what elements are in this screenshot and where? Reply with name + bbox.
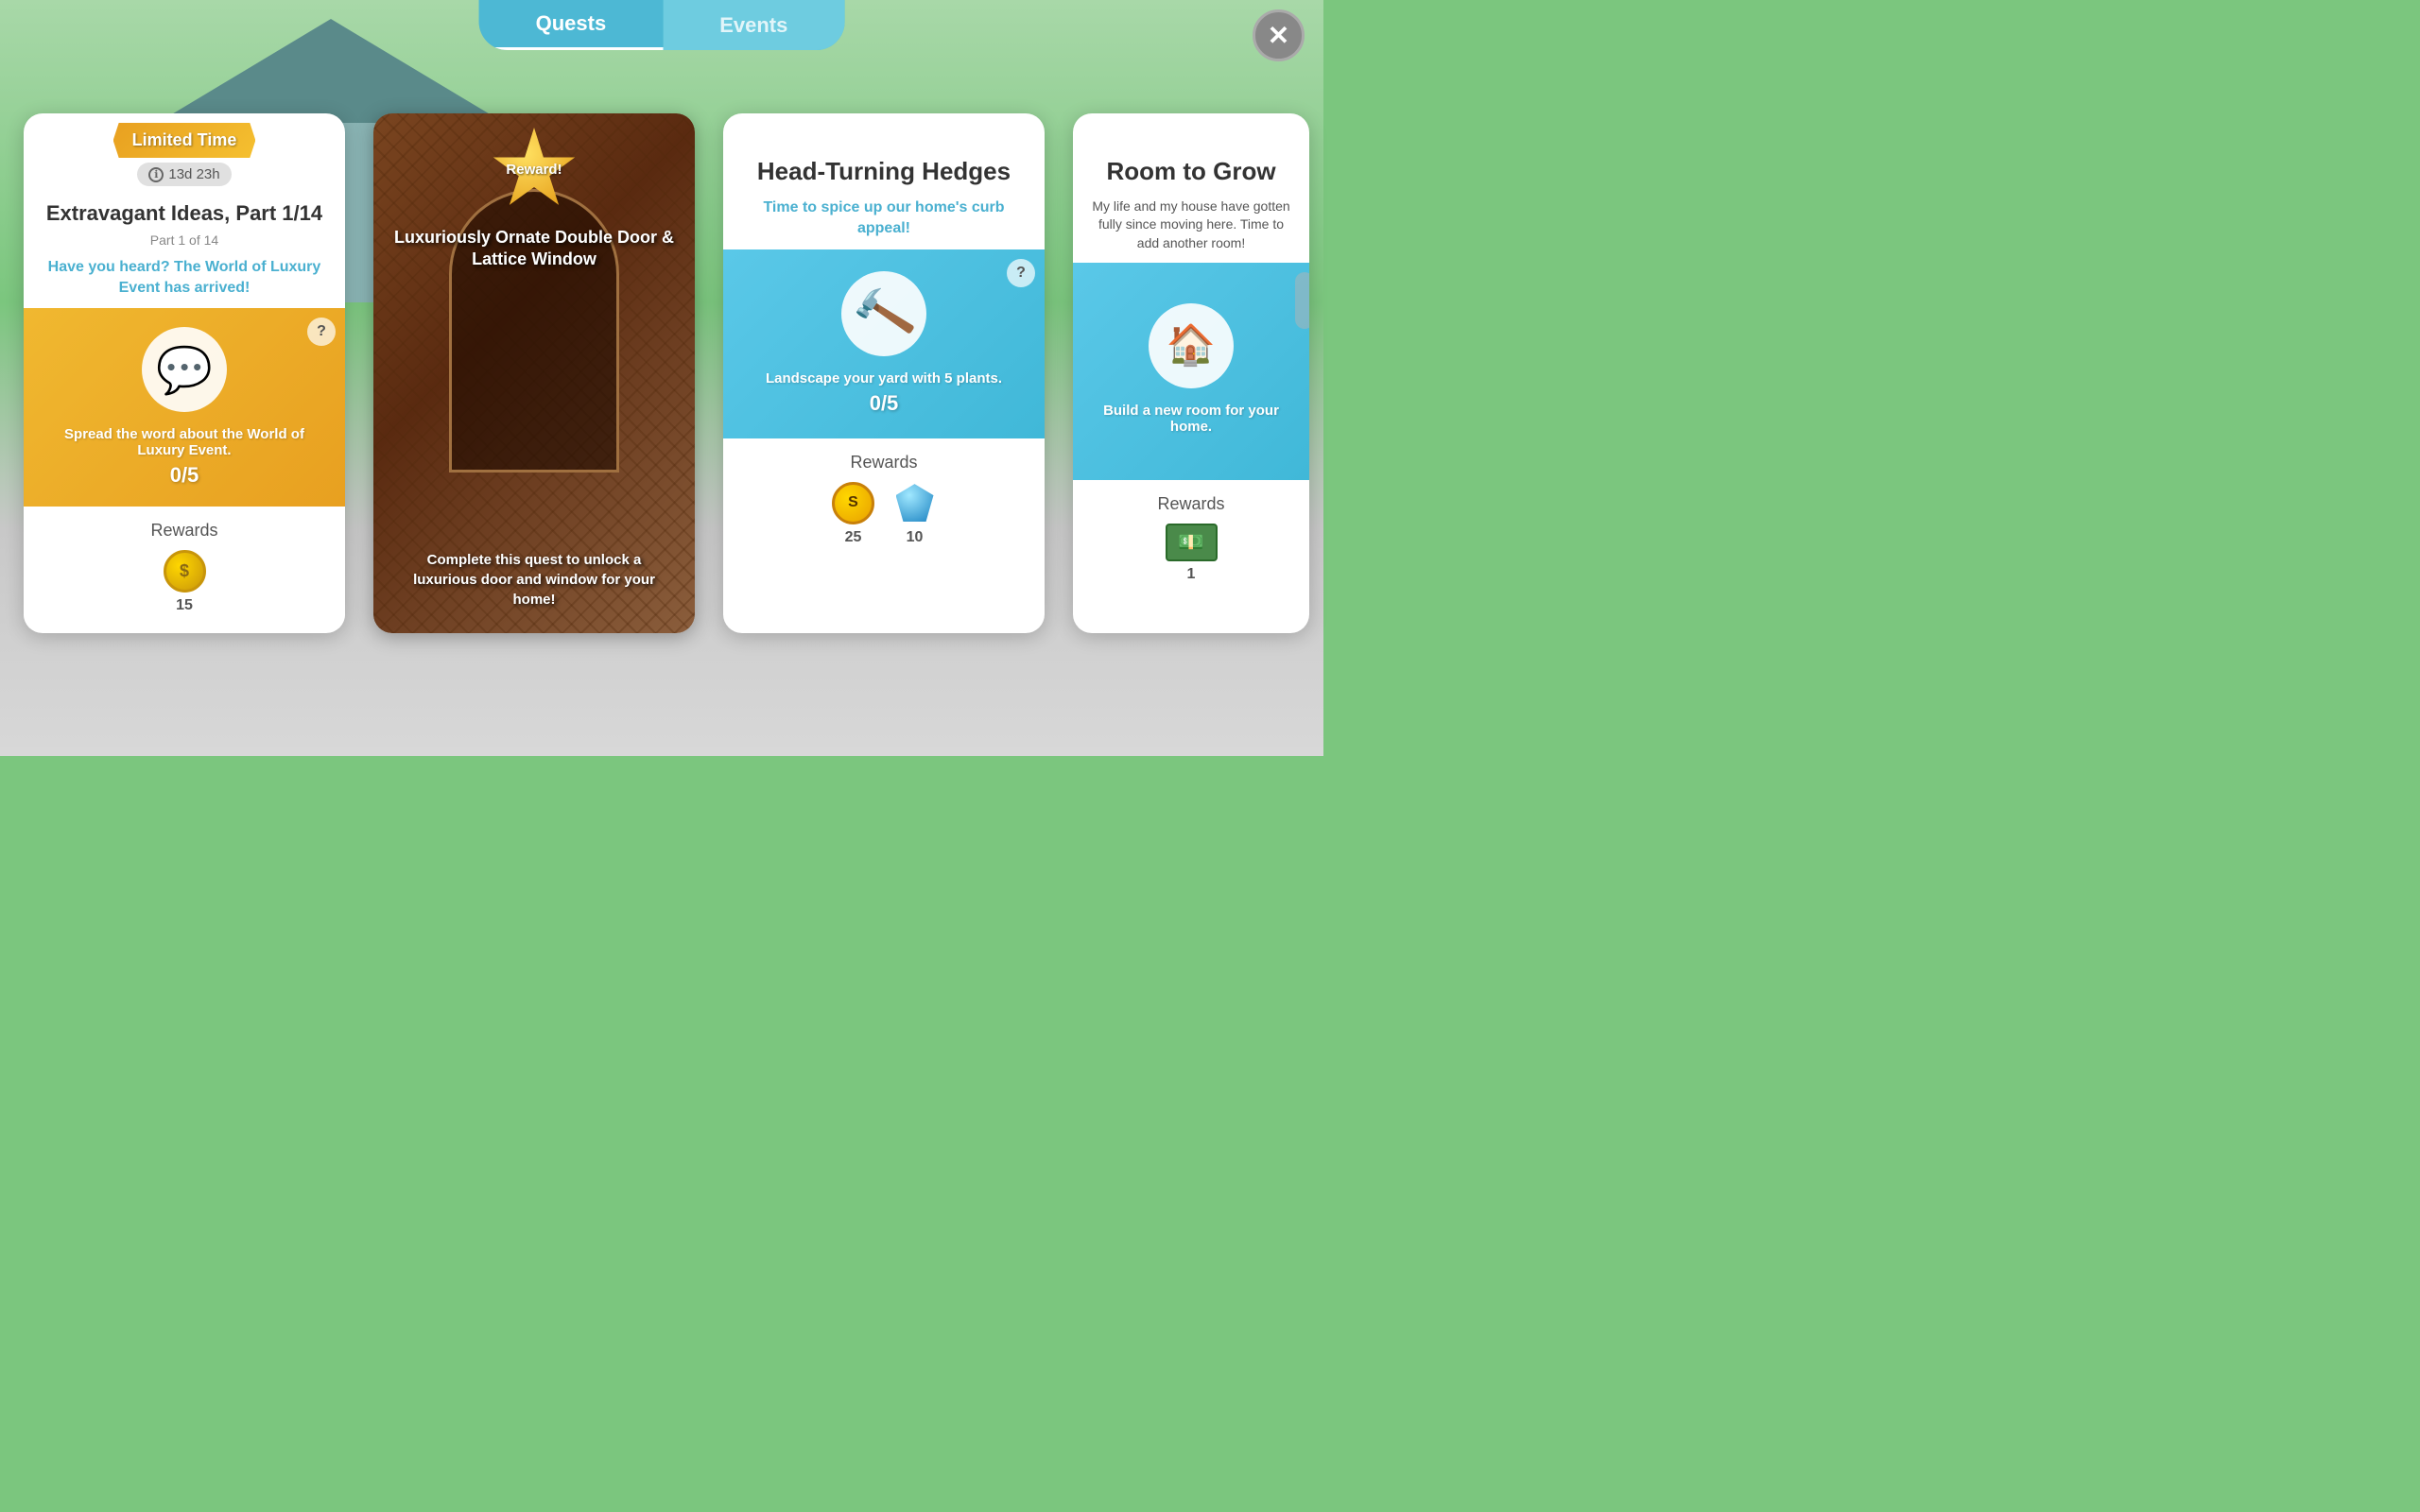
quest-action-text-room: Build a new room for your home. bbox=[1092, 403, 1290, 435]
rewards-label-room: Rewards bbox=[1092, 494, 1290, 514]
reward-item-name: Luxuriously Ornate Double Door & Lattice… bbox=[394, 228, 674, 268]
coin-icon: $ bbox=[164, 550, 206, 593]
card-title-room: Room to Grow bbox=[1073, 142, 1309, 193]
card-timer: 13d 23h bbox=[168, 166, 219, 182]
card-desc-extravagant: Have you heard? The World of Luxury Even… bbox=[24, 252, 345, 309]
card-title-hedges: Head-Turning Hedges bbox=[723, 142, 1045, 193]
quest-action-text-hedges: Landscape your yard with 5 plants. bbox=[766, 370, 1002, 387]
card-subtitle-extravagant: Part 1 of 14 bbox=[24, 232, 345, 252]
scroll-hint bbox=[1295, 272, 1309, 329]
reward-item-gem: 10 bbox=[893, 482, 936, 546]
help-button-1[interactable]: ? bbox=[307, 318, 336, 346]
quest-progress-hedges: 0/5 bbox=[870, 391, 899, 416]
rewards-section-room: Rewards 💵 1 bbox=[1073, 480, 1309, 597]
quest-icon-chat: 💬 bbox=[142, 327, 227, 412]
card-head-turning-hedges: Head-Turning Hedges Time to spice up our… bbox=[723, 113, 1045, 633]
help-button-hedges[interactable]: ? bbox=[1007, 259, 1035, 287]
tab-quests[interactable]: Quests bbox=[479, 0, 664, 50]
card-desc-room: My life and my house have gotten fully s… bbox=[1073, 193, 1309, 263]
chat-bubbles-icon: 💬 bbox=[156, 343, 213, 397]
reward-item-money: 💵 1 bbox=[1166, 524, 1218, 583]
card-desc-hedges: Time to spice up our home's curb appeal! bbox=[723, 193, 1045, 249]
card-title-extravagant: Extravagant Ideas, Part 1/14 bbox=[24, 191, 345, 232]
reward-items-1: $ 15 bbox=[43, 550, 326, 614]
close-button[interactable]: ✕ bbox=[1253, 9, 1305, 61]
reward-count-money: 1 bbox=[1187, 566, 1196, 583]
quest-action-area-hedges: ? 🔨 Landscape your yard with 5 plants. 0… bbox=[723, 249, 1045, 438]
quest-progress-1: 0/5 bbox=[170, 463, 199, 488]
card-extravagant-ideas: Limited Time ℹ 13d 23h Extravagant Ideas… bbox=[24, 113, 345, 633]
reward-door-image: Reward! Luxuriously Ornate Double Door &… bbox=[373, 113, 695, 633]
top-navigation: Quests Events bbox=[479, 0, 845, 50]
simoleon-icon: S bbox=[832, 482, 874, 524]
quest-action-area-1: ? 💬 Spread the word about the World of L… bbox=[24, 308, 345, 507]
card-room-to-grow: Room to Grow My life and my house have g… bbox=[1073, 113, 1309, 633]
gem-icon bbox=[893, 482, 936, 524]
tools-icon: 🔨 bbox=[848, 280, 919, 349]
reward-badge-text: Reward! bbox=[506, 162, 562, 179]
quest-icon-house: 🏠 bbox=[1149, 303, 1234, 388]
tab-events[interactable]: Events bbox=[663, 0, 844, 50]
rewards-section-1: Rewards $ 15 bbox=[24, 507, 345, 628]
reward-count-gem: 10 bbox=[907, 529, 924, 546]
reward-count-simoleon: 25 bbox=[845, 529, 862, 546]
quest-icon-tools: 🔨 bbox=[841, 271, 926, 356]
rewards-label-1: Rewards bbox=[43, 521, 326, 541]
quest-action-area-room: 🏠 Build a new room for your home. bbox=[1073, 263, 1309, 480]
reward-item-simoleon: S 25 bbox=[832, 482, 874, 546]
limited-time-label: Limited Time bbox=[132, 130, 237, 149]
cards-container: Limited Time ℹ 13d 23h Extravagant Ideas… bbox=[0, 113, 1323, 633]
reward-description: Complete this quest to unlock a luxuriou… bbox=[413, 552, 655, 608]
reward-items-hedges: S 25 10 bbox=[742, 482, 1026, 546]
timer-info-icon: ℹ bbox=[148, 167, 164, 182]
card-reward-overlay: Reward! Luxuriously Ornate Double Door &… bbox=[373, 113, 695, 633]
house-room-icon: 🏠 bbox=[1167, 322, 1216, 369]
quest-action-text-1: Spread the word about the World of Luxur… bbox=[43, 426, 326, 458]
reward-item-coin: $ 15 bbox=[164, 550, 206, 614]
rewards-section-hedges: Rewards S 25 10 bbox=[723, 438, 1045, 560]
rewards-label-hedges: Rewards bbox=[742, 453, 1026, 472]
money-icon: 💵 bbox=[1166, 524, 1218, 561]
reward-items-room: 💵 1 bbox=[1092, 524, 1290, 583]
reward-count-coin: 15 bbox=[176, 597, 193, 614]
